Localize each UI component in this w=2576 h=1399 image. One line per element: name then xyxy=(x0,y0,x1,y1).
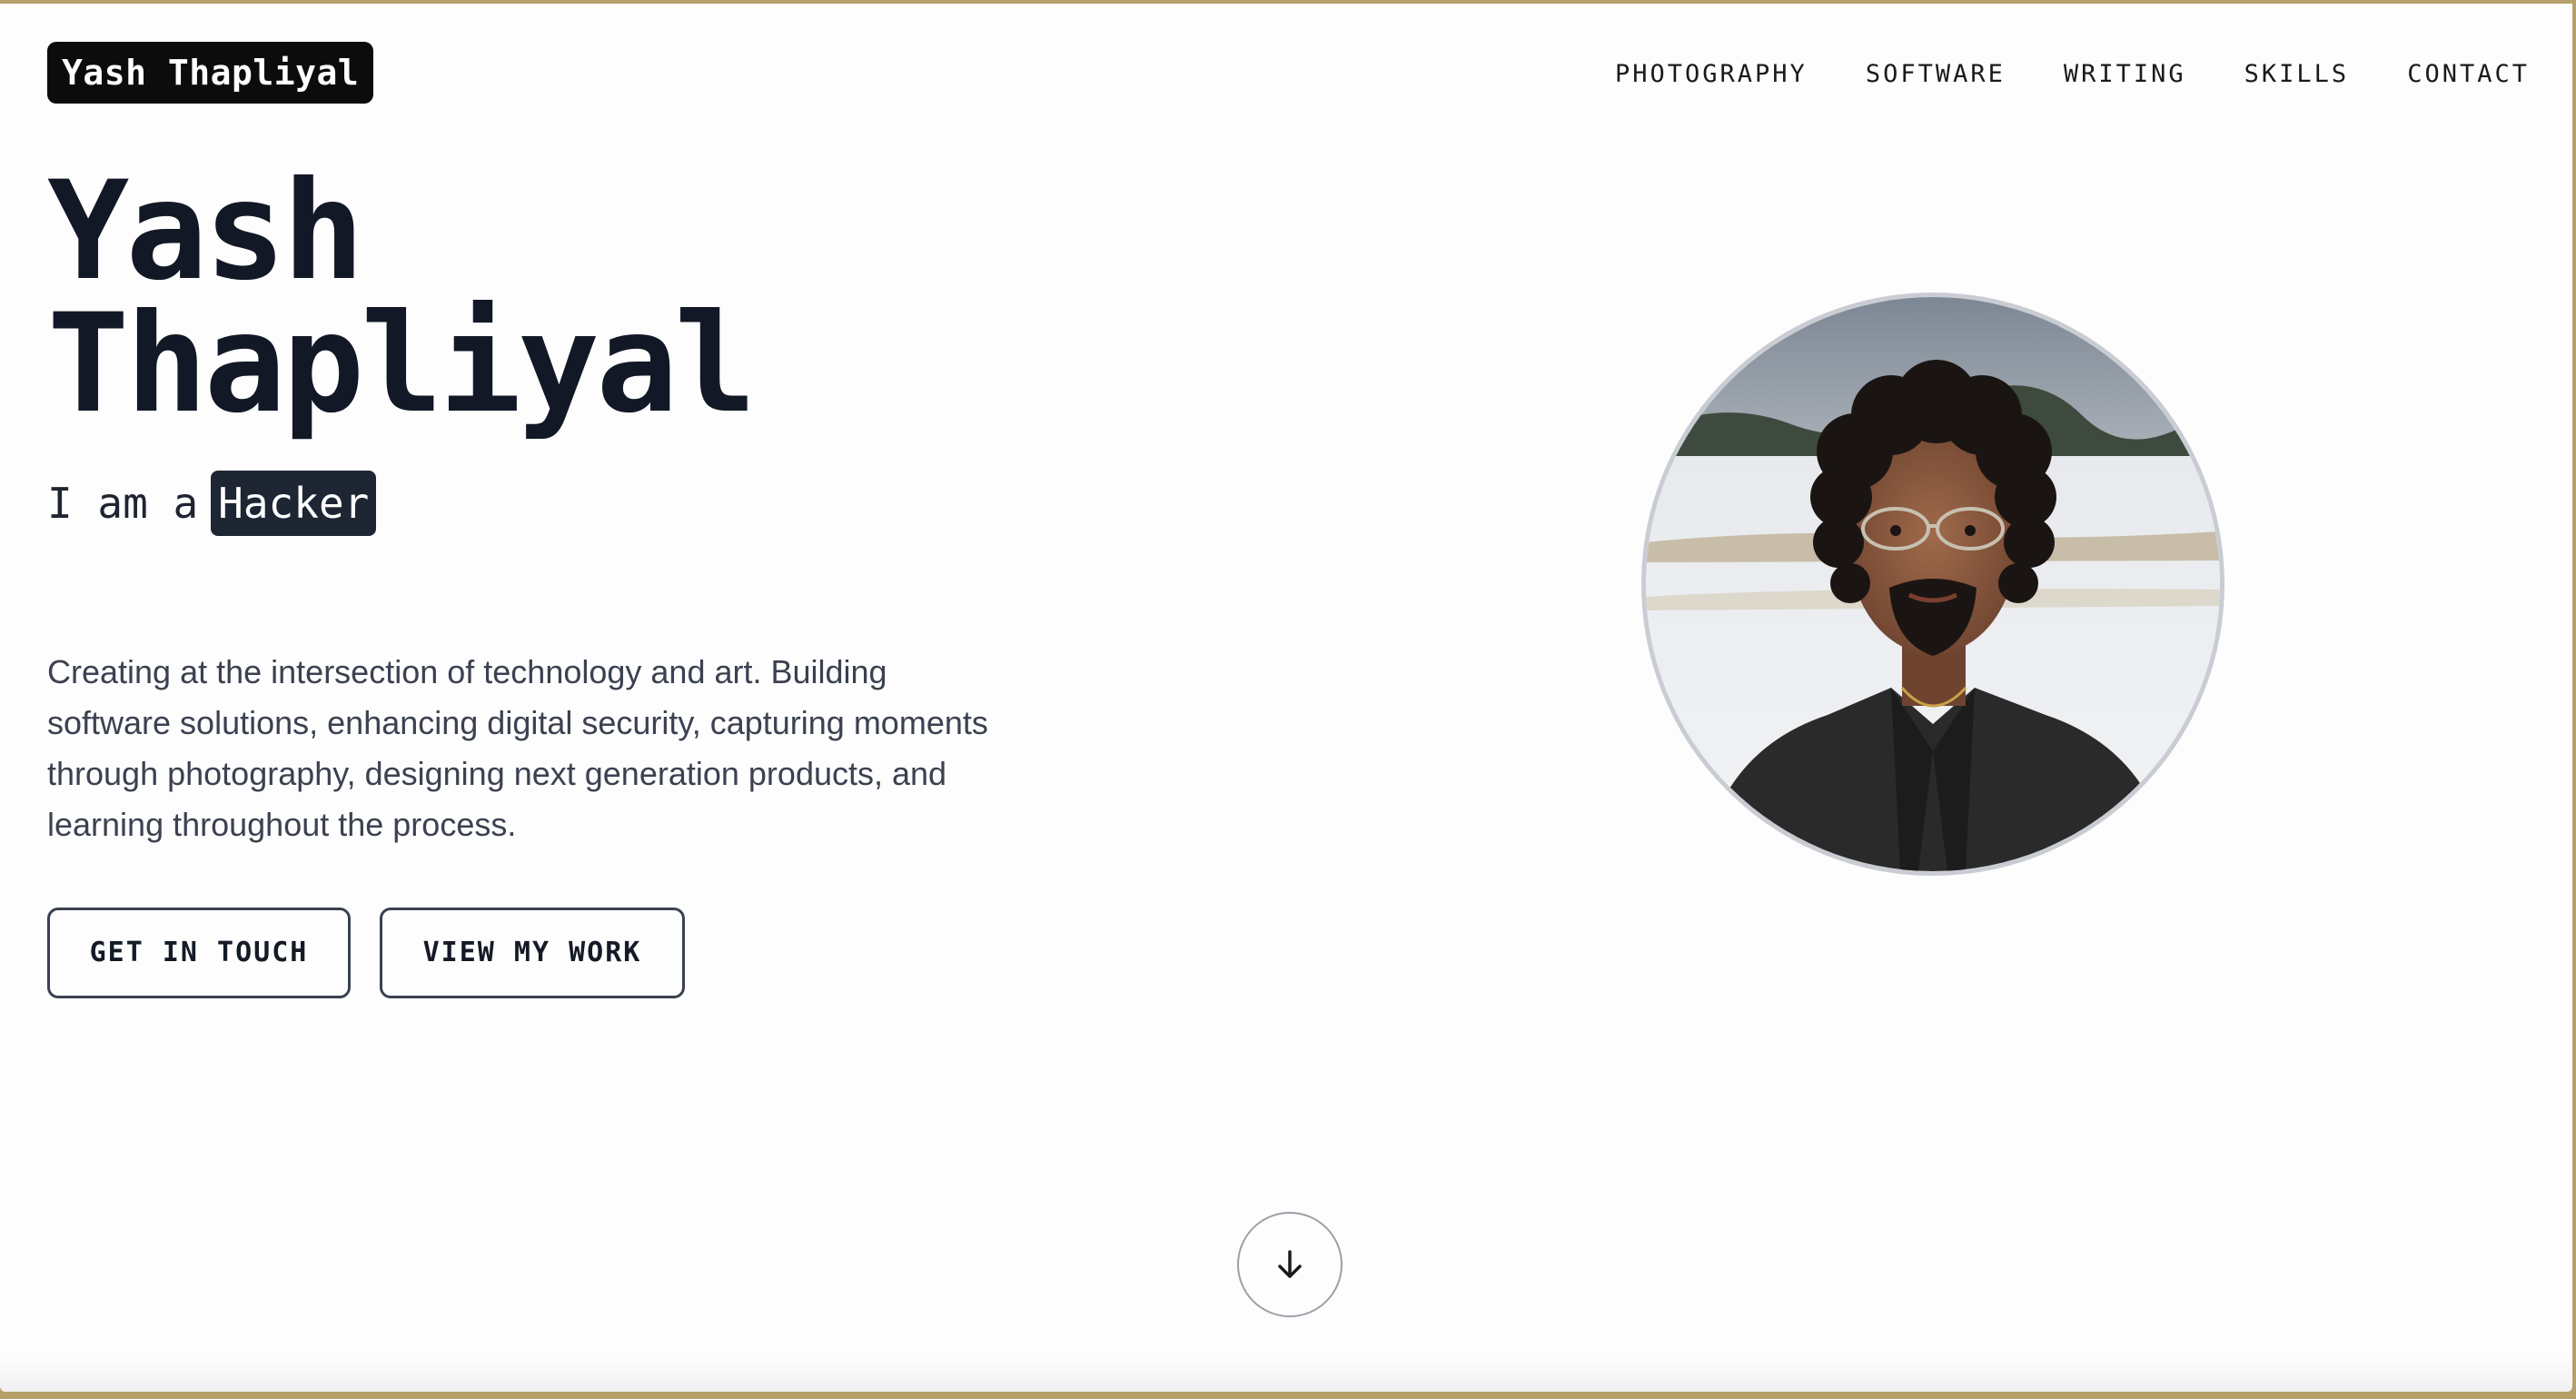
hero-last-name: Thapliyal xyxy=(47,285,757,443)
nav-item-skills[interactable]: SKILLS xyxy=(2244,60,2350,88)
hero-title: Yash Thapliyal xyxy=(47,153,757,443)
nav-item-contact[interactable]: CONTACT xyxy=(2407,60,2530,88)
hero-tagline: I am a Hacker xyxy=(47,471,377,536)
site-logo[interactable]: Yash Thapliyal xyxy=(47,42,374,104)
nav-item-photography[interactable]: PHOTOGRAPHY xyxy=(1615,60,1808,88)
nav-item-software[interactable]: SOFTWARE xyxy=(1866,60,2006,88)
get-in-touch-button[interactable]: GET IN TOUCH xyxy=(47,908,351,998)
hero-first-name: Yash xyxy=(47,153,364,311)
tagline-prefix: I am a xyxy=(47,479,199,528)
profile-photo xyxy=(1641,293,2224,876)
profile-photo-illustration xyxy=(1646,297,2220,871)
main-nav: PHOTOGRAPHY SOFTWARE WRITING SKILLS CONT… xyxy=(1615,60,2530,88)
scroll-down-button[interactable] xyxy=(1237,1212,1342,1317)
page: Yash Thapliyal PHOTOGRAPHY SOFTWARE WRIT… xyxy=(0,4,2572,1392)
arrow-down-icon xyxy=(1278,1250,1302,1278)
nav-item-writing[interactable]: WRITING xyxy=(2064,60,2186,88)
tagline-role-badge: Hacker xyxy=(211,471,377,536)
hero-intro: Creating at the intersection of technolo… xyxy=(47,653,988,843)
view-my-work-button[interactable]: VIEW MY WORK xyxy=(380,908,685,998)
